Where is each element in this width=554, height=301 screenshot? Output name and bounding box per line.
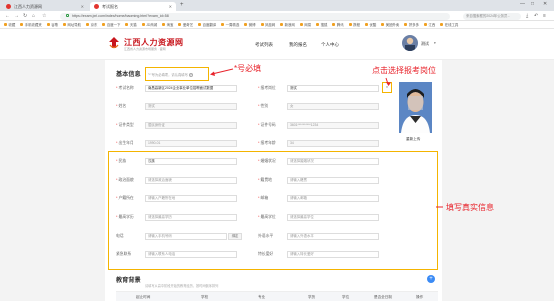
education-hint: 请填写从高中阶段开始的教育经历，按时间倒序排列 [145, 284, 219, 288]
column-header: 专业 [258, 295, 266, 299]
column-header: 学位 [342, 295, 350, 299]
annotation-arrows [210, 68, 443, 208]
column-header: 是否全日制 [374, 295, 392, 299]
education-title: 教育背景 [116, 277, 141, 284]
education-table-header: 起止时间 学校 专业 学历 学位 是否全日制 操作 [116, 291, 438, 301]
column-header: 学校 [201, 295, 209, 299]
column-header: 起止时间 [136, 295, 151, 299]
column-header: 学历 [308, 295, 316, 299]
fill-true-info-annotation: 填写真实信息 [446, 203, 494, 212]
select-position-annotation: 点击选择报考岗位 [372, 66, 436, 75]
add-education-button[interactable]: + [427, 275, 435, 283]
column-header: 操作 [416, 295, 424, 299]
required-annotation: *号必填 [234, 64, 262, 73]
